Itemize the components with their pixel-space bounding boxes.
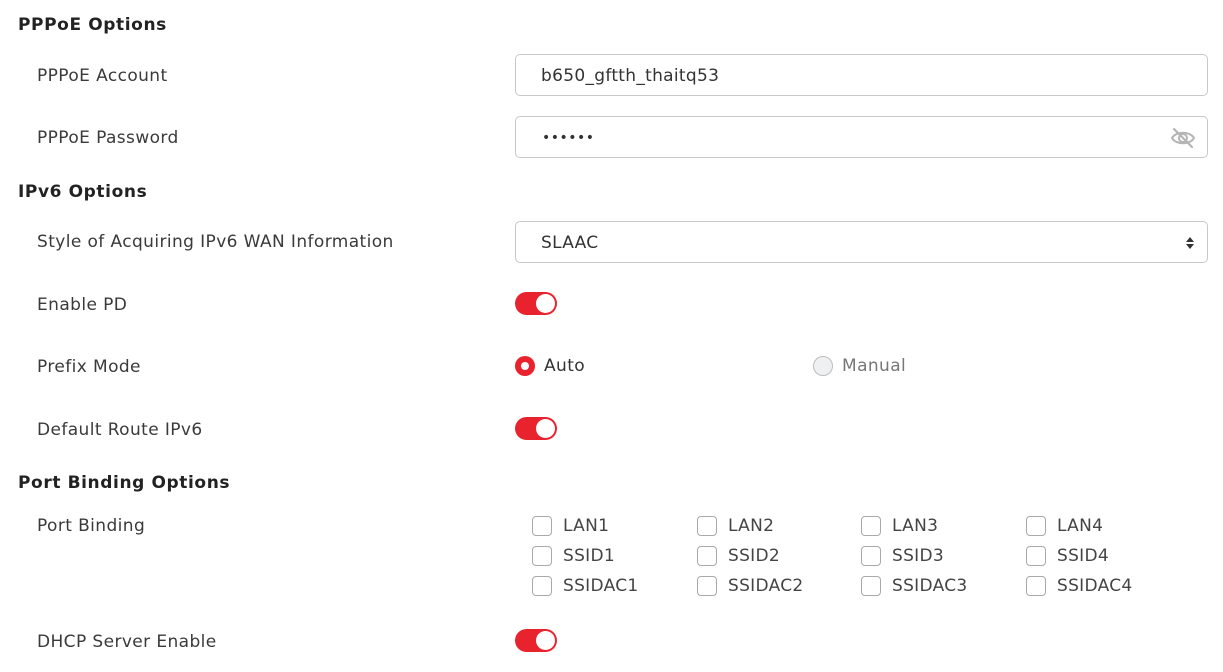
- ipv6-style-label: Style of Acquiring IPv6 WAN Information: [37, 232, 394, 252]
- pppoe-password-value: ••••••: [542, 130, 595, 146]
- toggle-knob: [536, 631, 555, 650]
- checkbox-label: SSID2: [728, 546, 781, 566]
- pppoe-account-value: b650_gftth_thaitq53: [541, 66, 720, 86]
- checkbox-label: SSIDAC1: [563, 576, 639, 596]
- pppoe-password-label: PPPoE Password: [37, 128, 179, 148]
- default-route-ipv6-label: Default Route IPv6: [37, 420, 203, 440]
- checkbox[interactable]: [532, 546, 552, 566]
- section-title-port-binding: Port Binding Options: [18, 473, 231, 493]
- pppoe-account-label: PPPoE Account: [37, 66, 168, 86]
- toggle-knob: [536, 294, 555, 313]
- pppoe-account-input[interactable]: b650_gftth_thaitq53: [515, 54, 1208, 96]
- prefix-auto-radio[interactable]: [515, 356, 535, 376]
- checkbox-label: SSID1: [563, 546, 616, 566]
- default-route-ipv6-toggle[interactable]: [515, 417, 557, 440]
- ipv6-style-select[interactable]: SLAAC: [515, 221, 1208, 263]
- section-title-pppoe: PPPoE Options: [18, 15, 167, 35]
- enable-pd-toggle[interactable]: [515, 292, 557, 315]
- checkbox[interactable]: [1026, 576, 1046, 596]
- checkbox-label: LAN2: [728, 516, 775, 536]
- checkbox-label: LAN4: [1057, 516, 1104, 536]
- checkbox-label: SSIDAC2: [728, 576, 804, 596]
- dhcp-server-enable-label: DHCP Server Enable: [37, 632, 217, 652]
- checkbox-label: SSID4: [1057, 546, 1110, 566]
- pppoe-password-input[interactable]: ••••••: [515, 116, 1208, 158]
- sort-arrows-icon: [1186, 237, 1194, 249]
- checkbox[interactable]: [697, 516, 717, 536]
- ipv6-style-value: SLAAC: [541, 233, 599, 253]
- enable-pd-label: Enable PD: [37, 295, 128, 315]
- checkbox[interactable]: [1026, 516, 1046, 536]
- port-binding-label: Port Binding: [37, 516, 146, 536]
- dhcp-server-enable-toggle[interactable]: [515, 629, 557, 652]
- checkbox[interactable]: [1026, 546, 1046, 566]
- prefix-mode-label: Prefix Mode: [37, 357, 141, 377]
- prefix-auto-label[interactable]: Auto: [544, 355, 585, 377]
- checkbox-label: SSID3: [892, 546, 945, 566]
- section-title-ipv6: IPv6 Options: [18, 182, 148, 202]
- checkbox[interactable]: [532, 516, 552, 536]
- eye-slash-icon[interactable]: [1169, 126, 1197, 150]
- checkbox[interactable]: [861, 546, 881, 566]
- checkbox[interactable]: [861, 576, 881, 596]
- toggle-knob: [536, 419, 555, 438]
- checkbox[interactable]: [697, 546, 717, 566]
- prefix-manual-label[interactable]: Manual: [842, 355, 906, 377]
- prefix-manual-radio[interactable]: [813, 356, 833, 376]
- checkbox-label: LAN1: [563, 516, 610, 536]
- checkbox-label: LAN3: [892, 516, 939, 536]
- checkbox-label: SSIDAC3: [892, 576, 968, 596]
- checkbox-label: SSIDAC4: [1057, 576, 1133, 596]
- checkbox[interactable]: [861, 516, 881, 536]
- checkbox[interactable]: [697, 576, 717, 596]
- checkbox[interactable]: [532, 576, 552, 596]
